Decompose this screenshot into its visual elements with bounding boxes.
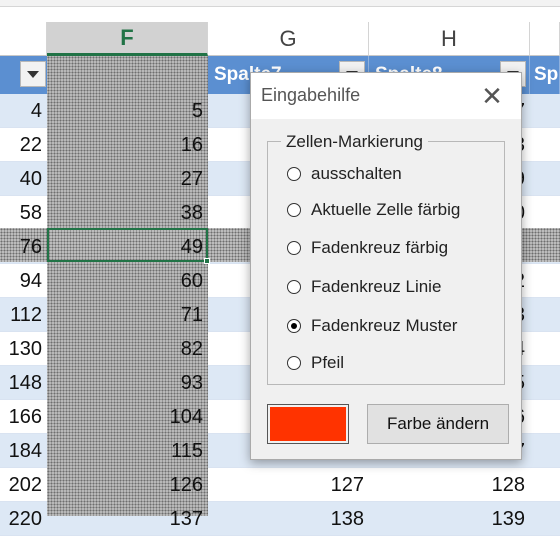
cell-value[interactable]: 126 bbox=[47, 468, 208, 502]
cell-value[interactable]: 115 bbox=[47, 434, 208, 468]
fill-handle[interactable] bbox=[204, 258, 210, 264]
radio-button-icon[interactable] bbox=[287, 203, 301, 217]
table-header-next: Sp bbox=[530, 56, 560, 94]
cell-value[interactable]: 166 bbox=[0, 400, 47, 434]
radio-pfeil[interactable]: Pfeil bbox=[287, 350, 344, 376]
radio-ausschalten[interactable]: ausschalten bbox=[287, 161, 402, 187]
radio-button-icon[interactable] bbox=[287, 241, 301, 255]
cell-value[interactable]: 137 bbox=[47, 502, 208, 536]
radio-button-icon[interactable] bbox=[287, 167, 301, 181]
cell-value[interactable]: 184 bbox=[0, 434, 47, 468]
column-header-f[interactable]: F bbox=[47, 22, 208, 56]
radio-fadenkreuz-muster[interactable]: Fadenkreuz Muster bbox=[287, 313, 457, 339]
cell-value[interactable]: 202 bbox=[0, 468, 47, 502]
radio-button-icon[interactable] bbox=[287, 280, 301, 294]
cell-value[interactable]: 58 bbox=[0, 196, 47, 230]
cell-value[interactable]: 16 bbox=[47, 128, 208, 162]
radio-label: Aktuelle Zelle färbig bbox=[311, 200, 461, 219]
radio-label: Pfeil bbox=[311, 353, 345, 372]
radio-label: ausschalten bbox=[311, 164, 402, 183]
cell-value[interactable]: 27 bbox=[47, 162, 208, 196]
radio-label: Fadenkreuz Linie bbox=[311, 277, 442, 296]
filter-dropdown-icon[interactable] bbox=[178, 61, 204, 87]
cell-value[interactable]: 104 bbox=[47, 400, 208, 434]
cell-value[interactable]: 220 bbox=[0, 502, 47, 536]
radio-fadenkreuz-farbig[interactable]: Fadenkreuz färbig bbox=[287, 235, 448, 261]
radio-aktuelle-zelle[interactable]: Aktuelle Zelle färbig bbox=[287, 197, 460, 223]
column-header-e[interactable] bbox=[0, 22, 47, 56]
color-preview bbox=[270, 407, 346, 441]
radio-label: Fadenkreuz Muster bbox=[311, 316, 458, 335]
filter-dropdown-icon[interactable] bbox=[20, 61, 46, 87]
column-header-i[interactable] bbox=[530, 22, 560, 56]
cell-value[interactable]: 49 bbox=[47, 230, 208, 264]
column-header-g[interactable]: G bbox=[208, 22, 369, 56]
radio-button-icon[interactable] bbox=[287, 356, 301, 370]
close-icon[interactable]: ✕ bbox=[477, 81, 507, 111]
radio-fadenkreuz-linie[interactable]: Fadenkreuz Linie bbox=[287, 274, 441, 300]
cell-value[interactable]: 82 bbox=[47, 332, 208, 366]
cell-value[interactable]: 94 bbox=[0, 264, 47, 298]
cell-value[interactable]: 4 bbox=[0, 94, 47, 128]
eingabehilfe-dialog: Eingabehilfe ✕ Zellen-Markierung ausscha… bbox=[250, 72, 522, 460]
change-color-button[interactable]: Farbe ändern bbox=[367, 404, 509, 444]
cell-value[interactable]: 38 bbox=[47, 196, 208, 230]
cell-value[interactable]: 148 bbox=[0, 366, 47, 400]
cell-value[interactable]: 71 bbox=[47, 298, 208, 332]
cell-value[interactable]: 128 bbox=[369, 468, 530, 502]
cell-value[interactable]: 139 bbox=[369, 502, 530, 536]
cell-value[interactable]: 93 bbox=[47, 366, 208, 400]
cell-value[interactable]: 127 bbox=[208, 468, 369, 502]
cell-value[interactable]: 5 bbox=[47, 94, 208, 128]
groupbox-label: Zellen-Markierung bbox=[281, 132, 428, 152]
cell-value[interactable]: 22 bbox=[0, 128, 47, 162]
radio-label: Fadenkreuz färbig bbox=[311, 238, 449, 257]
ribbon-edge bbox=[0, 0, 560, 7]
color-swatch bbox=[267, 404, 349, 444]
radio-button-selected-icon[interactable] bbox=[287, 319, 301, 333]
dialog-title: Eingabehilfe bbox=[261, 85, 361, 105]
column-header-h[interactable]: H bbox=[369, 22, 530, 56]
cell-value[interactable]: 40 bbox=[0, 162, 47, 196]
cell-value[interactable]: 60 bbox=[47, 264, 208, 298]
cell-value[interactable]: 112 bbox=[0, 298, 47, 332]
cell-value[interactable]: 130 bbox=[0, 332, 47, 366]
cell-value[interactable]: 76 bbox=[0, 230, 47, 264]
cell-value[interactable]: 138 bbox=[208, 502, 369, 536]
